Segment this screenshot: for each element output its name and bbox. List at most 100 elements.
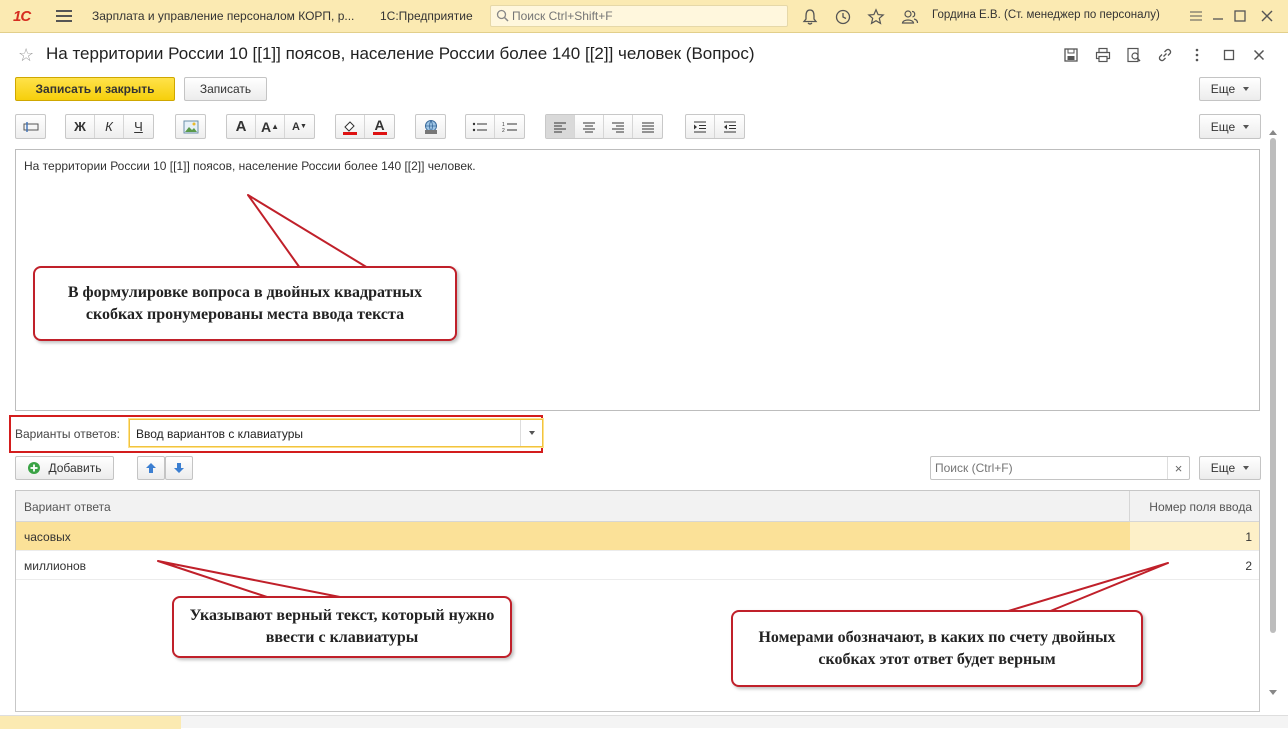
move-up-button[interactable]: [137, 456, 165, 480]
table-header: Вариант ответа Номер поля ввода: [16, 491, 1259, 522]
variants-dropdown-button[interactable]: [520, 420, 542, 446]
format-toolbar-align: [545, 114, 663, 139]
background-color-button[interactable]: [336, 115, 365, 138]
answer-cell[interactable]: миллионов: [16, 551, 1130, 579]
form-maximize-icon[interactable]: [1220, 46, 1238, 64]
add-circle-icon: [27, 461, 41, 475]
align-left-icon: [553, 121, 567, 133]
numbered-list-button[interactable]: 12: [495, 115, 524, 138]
field-number-cell[interactable]: 1: [1130, 522, 1259, 550]
align-justify-icon: [641, 121, 655, 133]
save-and-close-button[interactable]: Записать и закрыть: [15, 77, 175, 101]
main-menu-button[interactable]: [56, 10, 72, 23]
format-toolbar-image: [175, 114, 206, 139]
format-toolbar-style: Ж К Ч: [65, 114, 154, 139]
underline-letter: Ч: [134, 119, 143, 134]
svg-text:2: 2: [502, 128, 505, 133]
font-size-decrease-button[interactable]: A▼: [285, 115, 314, 138]
text-color-button[interactable]: A: [365, 115, 394, 138]
editor-more-button[interactable]: Еще: [1199, 114, 1261, 139]
app-logo: 1С: [13, 8, 45, 25]
number-callout: Номерами обозначают, в каких по счету дв…: [731, 610, 1143, 687]
list-search-input[interactable]: [935, 460, 1165, 476]
window-menu-icon[interactable]: [1186, 6, 1206, 26]
variants-select[interactable]: Ввод вариантов с клавиатуры: [129, 419, 543, 447]
underline-button[interactable]: Ч: [124, 115, 153, 138]
current-user[interactable]: Гордина Е.В. (Ст. менеджер по персоналу): [932, 9, 1160, 21]
indent-decrease-button[interactable]: [715, 115, 744, 138]
font-button[interactable]: A: [227, 115, 256, 138]
question-text: На территории России 10 [[1]] поясов, на…: [24, 159, 476, 173]
favorites-star-icon[interactable]: [867, 8, 885, 26]
list-more-label: Еще: [1211, 461, 1235, 475]
editor-more-label: Еще: [1211, 120, 1235, 134]
add-button[interactable]: Добавить: [15, 456, 114, 480]
bold-letter: Ж: [74, 119, 86, 134]
insert-object-button[interactable]: [416, 115, 445, 138]
chevron-down-icon: [529, 431, 535, 435]
question-callout: В формулировке вопроса в двойных квадрат…: [33, 266, 457, 341]
insert-field-button[interactable]: [16, 115, 45, 138]
question-callout-text: В формулировке вопроса в двойных квадрат…: [45, 282, 445, 326]
format-toolbar-lists: 12: [465, 114, 525, 139]
chevron-down-icon: [1243, 87, 1249, 91]
column-header-field-number[interactable]: Номер поля ввода: [1131, 491, 1259, 522]
numbered-list-icon: 12: [502, 121, 518, 133]
global-search-input[interactable]: [512, 8, 782, 24]
maximize-icon[interactable]: [1230, 6, 1250, 26]
font-increase-letter: A: [261, 119, 271, 135]
insert-image-button[interactable]: [176, 115, 205, 138]
variants-label: Варианты ответов:: [15, 427, 120, 441]
table-row[interactable]: миллионов 2: [16, 551, 1259, 580]
table-row[interactable]: часовых 1: [16, 522, 1259, 551]
favorite-star-icon[interactable]: ☆: [18, 45, 34, 66]
more-vertical-icon[interactable]: [1188, 46, 1206, 64]
field-number-cell[interactable]: 2: [1130, 551, 1259, 579]
history-icon[interactable]: [834, 8, 852, 26]
app-header: 1С Зарплата и управление персоналом КОРП…: [0, 0, 1288, 33]
bell-icon[interactable]: [801, 8, 819, 26]
column-header-answer[interactable]: Вариант ответа: [16, 491, 1130, 522]
chevron-down-icon: [1243, 125, 1249, 129]
vertical-scrollbar[interactable]: [1268, 136, 1278, 702]
bold-button[interactable]: Ж: [66, 115, 95, 138]
chevron-down-icon: [1243, 466, 1249, 470]
indent-increase-button[interactable]: [686, 115, 715, 138]
add-button-label: Добавить: [48, 461, 101, 475]
global-search[interactable]: [490, 5, 788, 27]
bullet-list-button[interactable]: [466, 115, 495, 138]
scroll-down-arrow[interactable]: [1269, 690, 1277, 695]
find-icon[interactable]: [1125, 46, 1143, 64]
align-center-button[interactable]: [575, 115, 604, 138]
indent-decrease-icon: [723, 121, 737, 133]
list-search[interactable]: ×: [930, 456, 1190, 480]
print-icon[interactable]: [1094, 46, 1112, 64]
answer-cell[interactable]: часовых: [16, 522, 1130, 550]
format-toolbar-indent: [685, 114, 745, 139]
variants-value: Ввод вариантов с клавиатуры: [136, 427, 303, 441]
align-left-button[interactable]: [546, 115, 575, 138]
close-app-icon[interactable]: [1257, 6, 1277, 26]
save-button[interactable]: Записать: [184, 77, 267, 101]
format-toolbar-font: A A▲ A▼: [226, 114, 315, 139]
minimize-icon[interactable]: [1208, 6, 1228, 26]
align-right-button[interactable]: [604, 115, 633, 138]
move-down-button[interactable]: [165, 456, 193, 480]
form-close-icon[interactable]: [1250, 46, 1268, 64]
font-size-increase-button[interactable]: A▲: [256, 115, 285, 138]
list-more-button[interactable]: Еще: [1199, 456, 1261, 480]
format-toolbar-color: A: [335, 114, 395, 139]
scroll-up-arrow[interactable]: [1269, 130, 1277, 135]
font-letter: A: [236, 118, 247, 135]
scroll-thumb[interactable]: [1270, 138, 1276, 633]
more-button-label: Еще: [1211, 82, 1235, 96]
align-justify-button[interactable]: [633, 115, 662, 138]
more-button[interactable]: Еще: [1199, 77, 1261, 101]
search-icon: [496, 9, 509, 22]
clear-search-button[interactable]: ×: [1167, 457, 1189, 479]
italic-button[interactable]: К: [95, 115, 124, 138]
users-icon[interactable]: [901, 8, 919, 26]
link-icon[interactable]: [1156, 46, 1174, 64]
font-decrease-letter: A: [292, 121, 300, 133]
save-disk-icon[interactable]: [1062, 46, 1080, 64]
